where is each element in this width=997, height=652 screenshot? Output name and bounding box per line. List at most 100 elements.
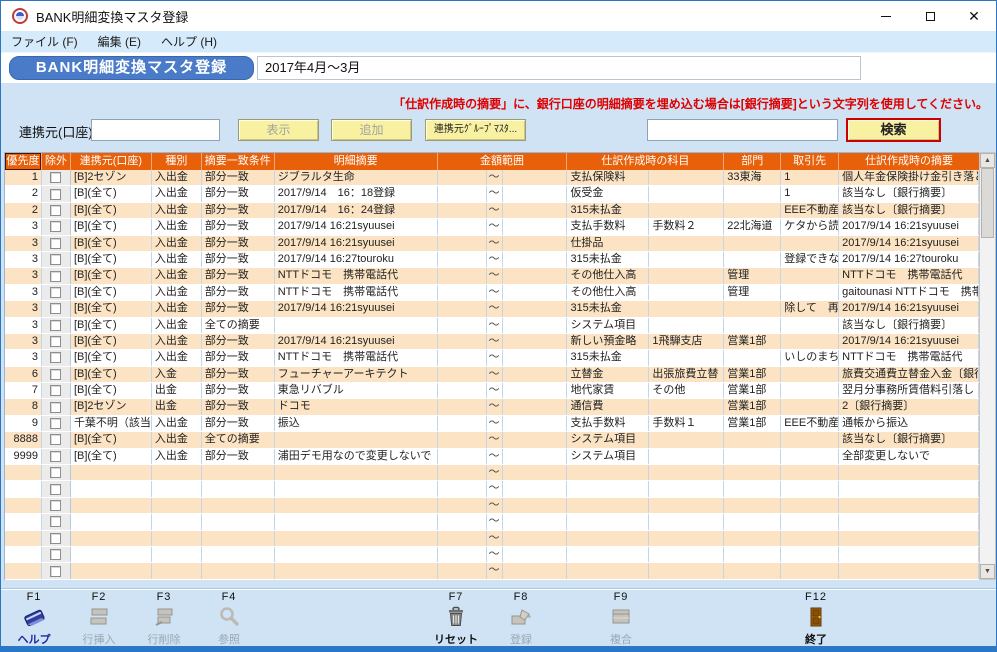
cell-memo[interactable]: 該当なし〔銀行摘要〕 (839, 318, 979, 333)
cell-sub-account[interactable] (649, 399, 724, 414)
cell-dept[interactable]: 管理 (724, 268, 781, 283)
minimize-button[interactable] (864, 1, 908, 31)
cell-account[interactable] (567, 481, 649, 496)
cell-match[interactable]: 部分一致 (202, 367, 275, 382)
f1-help-button[interactable]: F1 ヘルプ (10, 591, 58, 647)
cell-match[interactable]: 部分一致 (202, 170, 275, 185)
cell-match[interactable] (202, 498, 275, 513)
cell-priority[interactable]: 3 (5, 301, 42, 316)
cell-source[interactable]: [B](全て) (71, 449, 152, 464)
exclude-checkbox[interactable] (50, 287, 61, 298)
cell-type[interactable]: 入出金 (152, 170, 202, 185)
cell-dept[interactable]: 33東海 (724, 170, 781, 185)
cell-amount-low[interactable] (438, 203, 487, 218)
cell-partner[interactable] (781, 449, 839, 464)
cell-match[interactable]: 部分一致 (202, 186, 275, 201)
cell-match[interactable] (202, 563, 275, 578)
add-button[interactable]: 追加 (331, 119, 412, 141)
exclude-checkbox[interactable] (50, 369, 61, 380)
cell-dept[interactable] (724, 465, 781, 480)
exclude-checkbox[interactable] (50, 254, 61, 265)
cell-amount-high[interactable] (502, 186, 568, 201)
cell-amount-low[interactable] (438, 481, 487, 496)
cell-priority[interactable]: 7 (5, 383, 42, 398)
cell-dept[interactable] (724, 318, 781, 333)
cell-memo[interactable]: 旅費交通費立替金入金〔銀行摘 (839, 367, 979, 382)
cell-priority[interactable]: 9999 (5, 449, 42, 464)
cell-type[interactable]: 入出金 (152, 285, 202, 300)
cell-match[interactable]: 部分一致 (202, 399, 275, 414)
cell-amount-low[interactable] (438, 285, 487, 300)
exclude-checkbox[interactable] (50, 205, 61, 216)
cell-amount-high[interactable] (502, 563, 568, 578)
cell-memo[interactable] (839, 547, 979, 562)
cell-account[interactable] (567, 465, 649, 480)
cell-priority[interactable]: 3 (5, 252, 42, 267)
cell-memo[interactable]: 2〔銀行摘要〕 (839, 399, 979, 414)
cell-amount-high[interactable] (502, 252, 568, 267)
cell-partner[interactable]: 除して 再登 (781, 301, 839, 316)
cell-type[interactable] (152, 465, 202, 480)
search-button[interactable]: 検索 (846, 118, 941, 142)
cell-amount-low[interactable] (438, 252, 487, 267)
cell-amount-low[interactable] (438, 301, 487, 316)
cell-priority[interactable] (5, 563, 42, 578)
cell-partner[interactable] (781, 367, 839, 382)
cell-account[interactable]: 支払手数料 (567, 416, 649, 431)
cell-amount-high[interactable] (502, 219, 568, 234)
cell-sub-account[interactable] (649, 350, 724, 365)
cell-priority[interactable]: 2 (5, 186, 42, 201)
cell-desc[interactable]: フューチャーアーキテクト (275, 367, 438, 382)
exclude-checkbox[interactable] (50, 402, 61, 413)
menu-file[interactable]: ファイル (F) (1, 31, 88, 52)
cell-desc[interactable]: 2017/9/14 16:27touroku (275, 252, 438, 267)
cell-amount-high[interactable] (502, 268, 568, 283)
search-keyword-input[interactable] (647, 119, 838, 141)
cell-desc[interactable] (275, 498, 438, 513)
cell-partner[interactable] (781, 547, 839, 562)
cell-sub-account[interactable] (649, 465, 724, 480)
cell-amount-high[interactable] (502, 170, 568, 185)
source-account-input[interactable] (91, 119, 220, 141)
cell-source[interactable] (71, 465, 152, 480)
cell-sub-account[interactable] (649, 514, 724, 529)
cell-desc[interactable]: 2017/9/14 16：18登録 (275, 186, 438, 201)
cell-partner[interactable] (781, 236, 839, 251)
cell-amount-high[interactable] (502, 318, 568, 333)
cell-priority[interactable]: 3 (5, 219, 42, 234)
cell-desc[interactable]: 2017/9/14 16:21syuusei (275, 301, 438, 316)
col-header-desc[interactable]: 明細摘要 (275, 153, 438, 170)
cell-match[interactable]: 部分一致 (202, 268, 275, 283)
cell-memo[interactable] (839, 498, 979, 513)
scrollbar-up-button[interactable]: ▲ (980, 153, 995, 168)
exclude-checkbox[interactable] (50, 467, 61, 478)
col-header-memo[interactable]: 仕訳作成時の摘要 (839, 153, 979, 170)
cell-amount-low[interactable] (438, 432, 487, 447)
exclude-checkbox[interactable] (50, 238, 61, 249)
cell-desc[interactable]: 振込 (275, 416, 438, 431)
cell-amount-low[interactable] (438, 236, 487, 251)
cell-priority[interactable] (5, 498, 42, 513)
cell-desc[interactable]: NTTドコモ 携帯電話代 (275, 285, 438, 300)
cell-dept[interactable] (724, 514, 781, 529)
cell-priority[interactable]: 3 (5, 268, 42, 283)
cell-account[interactable] (567, 531, 649, 546)
cell-desc[interactable]: ドコモ (275, 399, 438, 414)
col-header-account[interactable]: 仕訳作成時の科目 (567, 153, 724, 170)
exclude-checkbox[interactable] (50, 500, 61, 511)
cell-sub-account[interactable] (649, 449, 724, 464)
cell-priority[interactable] (5, 481, 42, 496)
cell-priority[interactable] (5, 547, 42, 562)
col-header-amount-range[interactable]: 金額範囲 (438, 153, 568, 170)
exclude-checkbox[interactable] (50, 352, 61, 363)
exclude-checkbox[interactable] (50, 336, 61, 347)
cell-dept[interactable]: 営業1部 (724, 416, 781, 431)
cell-type[interactable]: 入出金 (152, 350, 202, 365)
cell-priority[interactable]: 3 (5, 285, 42, 300)
cell-dept[interactable] (724, 481, 781, 496)
cell-dept[interactable] (724, 449, 781, 464)
cell-sub-account[interactable] (649, 268, 724, 283)
cell-desc[interactable] (275, 563, 438, 578)
cell-dept[interactable]: 営業1部 (724, 383, 781, 398)
f8-register-button[interactable]: F8 登録 (497, 591, 545, 647)
